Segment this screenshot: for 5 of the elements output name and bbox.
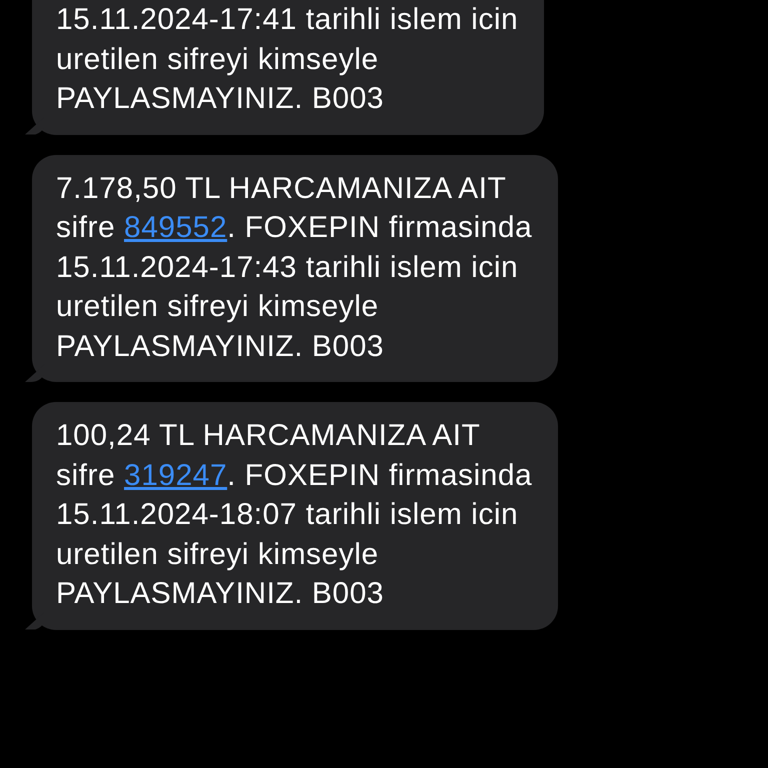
code-link[interactable]: 849552 bbox=[124, 211, 228, 244]
message-text: 100,24 TL HARCAMANIZA AIT sifre 319247. FOXEPIN firmasinda 15.11.2024-18:07 tarihli islem icin uretilen sifreyi kimseyle PAYLASMAYINIZ. B003 bbox=[56, 418, 532, 612]
message-text: 15.11.2024-17:41 tarihli islem icin uretilen sifreyi kimseyle PAYLASMAYINIZ. B003 bbox=[56, 2, 518, 117]
code-link[interactable]: 319247 bbox=[124, 458, 228, 492]
message-text: 7.178,50 TL HARCAMANIZA AIT sifre 849552. FOXEPIN firmasinda 15.11.2024-17:43 tarihli islem icin uretilen sifreyi kimseyle PAYLASMAYINIZ. B003 bbox=[56, 170, 532, 364]
